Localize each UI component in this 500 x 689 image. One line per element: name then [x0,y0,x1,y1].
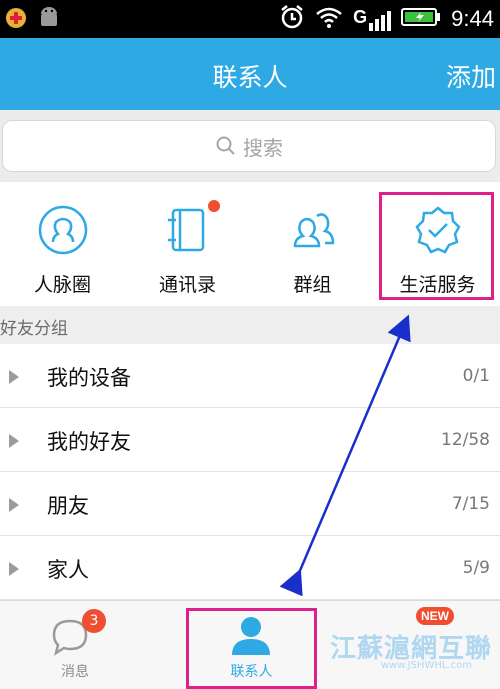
quick-entry-label: 生活服务 [399,274,476,296]
unread-badge: 3 [82,609,106,633]
quick-entries: 人脉圈 通讯录 群组 生活服务 [0,182,500,306]
tab-label: 联系人 [230,664,273,680]
group-row[interactable]: 朋友 7/15 [0,472,500,536]
group-section-header: 好友分组 [0,306,500,344]
group-count: 5/9 [462,558,490,578]
wifi-icon [315,5,343,33]
group-name: 我的好友 [47,430,131,454]
expand-arrow-icon [9,498,19,512]
expand-arrow-icon [9,562,19,576]
group-name: 家人 [47,558,89,582]
signal-icon: G [353,7,392,31]
group-count: 12/58 [441,430,490,450]
friend-groups-list: 我的设备 0/1 我的好友 12/58 朋友 7/15 家人 5/9 [0,344,500,600]
status-bar: G 9:44 [0,0,500,38]
tab-messages[interactable]: 3 消息 [20,601,130,689]
contact-person-icon [232,617,270,655]
quick-entry-renmaiquan[interactable]: 人脉圈 [0,182,125,306]
group-section-title: 好友分组 [0,319,68,339]
group-row[interactable]: 家人 5/9 [0,536,500,600]
face-circle-icon [38,205,87,255]
watermark-url: www.JSHWHL.com [380,660,472,671]
tab-label: 消息 [61,664,89,680]
quick-entry-groups[interactable]: 群组 [250,182,375,306]
quick-entry-address-book[interactable]: 通讯录 [125,182,250,306]
group-count: 7/15 [451,494,490,514]
new-badge: NEW [416,607,454,625]
status-time: 9:44 [451,6,494,31]
group-row[interactable]: 我的设备 0/1 [0,344,500,408]
quick-entry-label: 通讯录 [158,274,216,296]
search-area: 搜索 [0,110,500,182]
network-type: G [353,7,368,27]
android-icon [38,6,60,34]
quick-entry-label: 人脉圈 [33,274,91,296]
group-row[interactable]: 我的好友 12/58 [0,408,500,472]
verified-badge-icon [414,206,461,254]
add-contact-button[interactable]: 添加 [446,58,496,94]
alarm-icon [279,4,305,34]
page-title: 联系人 [212,63,288,92]
address-book-icon [167,208,204,252]
group-name: 朋友 [47,494,89,518]
search-icon [216,136,235,155]
tab-contacts[interactable]: 联系人 [186,601,317,689]
people-group-icon [293,213,334,248]
expand-arrow-icon [9,434,19,448]
search-placeholder: 搜索 [243,135,283,160]
unread-dot [207,200,220,212]
notification-app-icon [4,6,28,34]
group-name: 我的设备 [47,366,131,390]
group-count: 0/1 [462,366,490,386]
quick-entry-label: 群组 [293,274,332,296]
search-input[interactable]: 搜索 [2,120,496,172]
battery-icon [401,7,441,31]
expand-arrow-icon [9,370,19,384]
app-header: 联系人 添加 [0,38,500,110]
quick-entry-life-services[interactable]: 生活服务 [375,182,500,306]
